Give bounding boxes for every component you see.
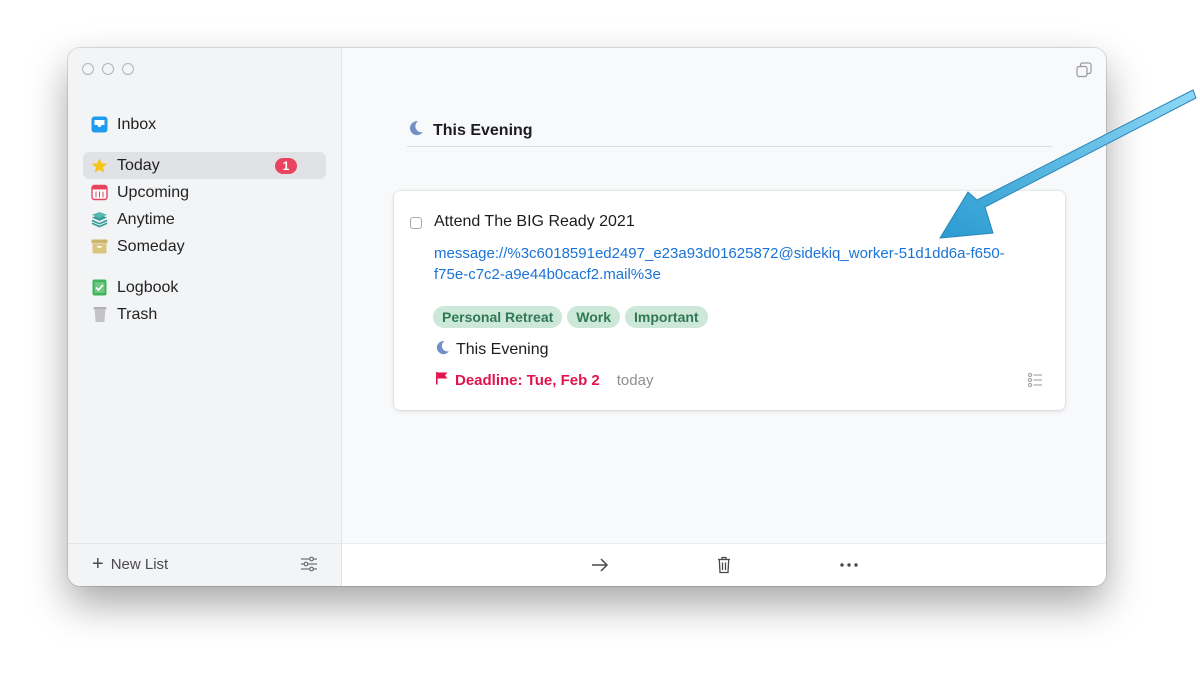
sidebar-item-label: Trash [117,305,158,323]
deadline[interactable]: Deadline: Tue, Feb 2 today [435,371,653,389]
sliders-icon[interactable] [300,555,318,573]
duplicate-window-icon[interactable] [1076,62,1092,78]
task-notes-link[interactable]: message://%3c6018591ed2497_e23a93d016258… [434,243,1034,285]
bottom-toolbar [342,543,1106,586]
minimize-window-button[interactable] [102,63,114,75]
new-list-button[interactable]: + New List [92,554,168,574]
sidebar: Inbox Today 1 Upcoming Anytime Someday L… [68,48,342,586]
sidebar-item-label: Today [117,156,160,174]
star-icon [91,157,108,174]
sidebar-item-someday[interactable]: Someday [83,233,326,260]
close-window-button[interactable] [82,63,94,75]
heading-divider [407,146,1052,147]
today-count-badge: 1 [275,158,297,174]
sidebar-footer: + New List [68,543,341,586]
layers-icon [91,211,108,228]
tag[interactable]: Personal Retreat [433,306,563,328]
checklist-icon[interactable] [1027,372,1043,388]
sidebar-item-today[interactable]: Today 1 [83,152,326,179]
calendar-icon [91,184,108,201]
plus-icon: + [92,553,104,575]
flag-icon [435,371,449,389]
task-title[interactable]: Attend The BIG Ready 2021 [434,213,635,231]
more-icon[interactable] [839,555,859,575]
sidebar-item-anytime[interactable]: Anytime [83,206,326,233]
when-date[interactable]: This Evening [435,340,549,360]
tag[interactable]: Work [567,306,621,328]
task-card[interactable]: Attend The BIG Ready 2021 message://%3c6… [394,191,1065,410]
sidebar-item-label: Inbox [117,115,157,133]
sidebar-item-trash[interactable]: Trash [83,301,326,328]
logbook-icon [91,279,108,296]
sidebar-item-label: Anytime [117,210,175,228]
section-heading-text: This Evening [433,121,533,139]
when-label: This Evening [456,341,549,358]
tag[interactable]: Important [625,306,708,328]
trash-icon [91,306,108,323]
task-checkbox[interactable] [410,217,422,229]
inbox-icon [91,116,108,133]
trash-icon[interactable] [714,555,734,575]
moon-icon [408,120,424,141]
deadline-text: Deadline: Tue, Feb 2 [455,371,600,389]
new-list-label: New List [110,555,169,573]
section-heading: This Evening [408,120,533,141]
sidebar-item-label: Upcoming [117,183,190,201]
deadline-relative: today [616,371,654,389]
sidebar-item-logbook[interactable]: Logbook [83,274,326,301]
window-controls [82,63,134,75]
sidebar-item-label: Logbook [117,278,179,296]
tag-list: Personal Retreat Work Important [433,306,708,328]
app-window: Inbox Today 1 Upcoming Anytime Someday L… [68,48,1106,586]
main-pane: This Evening Attend The BIG Ready 2021 m… [342,48,1106,586]
archive-box-icon [91,238,108,255]
moon-icon [435,340,450,360]
arrow-right-icon[interactable] [590,555,610,575]
sidebar-item-inbox[interactable]: Inbox [83,111,326,138]
sidebar-item-label: Someday [117,237,185,255]
zoom-window-button[interactable] [122,63,134,75]
sidebar-item-upcoming[interactable]: Upcoming [83,179,326,206]
